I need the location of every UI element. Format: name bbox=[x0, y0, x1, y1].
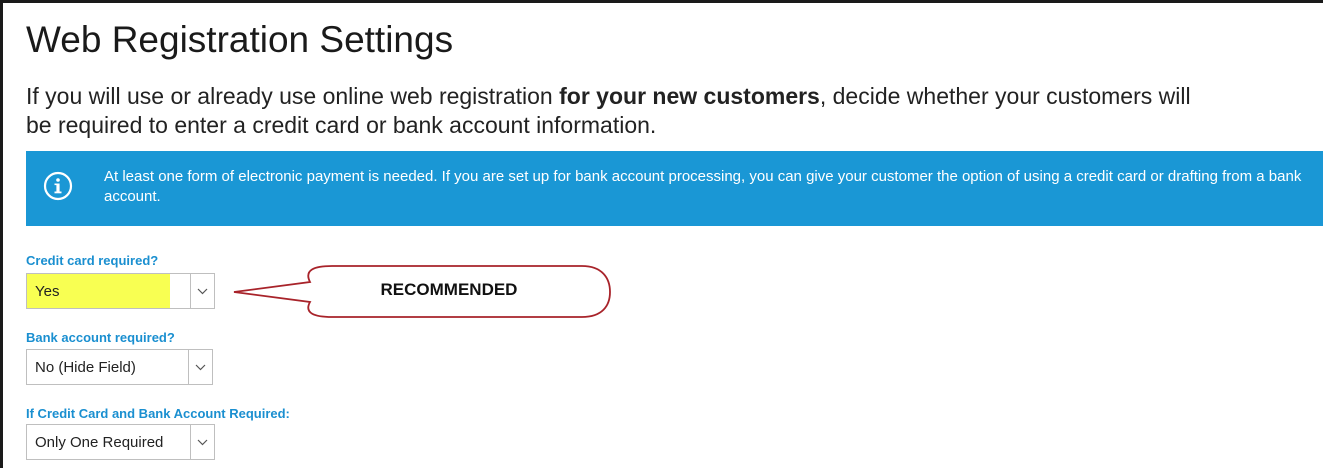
chevron-down-icon[interactable] bbox=[190, 274, 214, 308]
page-frame bbox=[0, 0, 1323, 468]
page-title: Web Registration Settings bbox=[26, 19, 454, 60]
both-required-label: If Credit Card and Bank Account Required… bbox=[26, 406, 290, 421]
intro-line-1: If you will use or already use online we… bbox=[26, 82, 1316, 111]
info-banner: At least one form of electronic payment … bbox=[26, 151, 1323, 226]
bank-account-value: No (Hide Field) bbox=[35, 358, 136, 376]
credit-card-value: Yes bbox=[27, 274, 170, 308]
bank-account-label: Bank account required? bbox=[26, 330, 175, 345]
intro-bold: for your new customers bbox=[559, 83, 820, 109]
intro-line-2: be required to enter a credit card or ba… bbox=[26, 112, 657, 138]
both-required-select[interactable]: Only One Required bbox=[26, 424, 215, 460]
select-spacer bbox=[170, 274, 190, 308]
recommended-label: RECOMMENDED bbox=[380, 280, 518, 299]
bank-account-select[interactable]: No (Hide Field) bbox=[26, 349, 213, 385]
intro-text: If you will use or already use online we… bbox=[26, 82, 1316, 140]
intro-part-2: , decide whether your customers will bbox=[819, 83, 1191, 109]
credit-card-label: Credit card required? bbox=[26, 253, 159, 268]
both-required-value: Only One Required bbox=[35, 433, 164, 451]
info-banner-text: At least one form of electronic payment … bbox=[104, 168, 1302, 205]
chevron-down-icon[interactable] bbox=[188, 350, 212, 384]
intro-part-1: If you will use or already use online we… bbox=[26, 83, 560, 109]
credit-card-select[interactable]: Yes bbox=[26, 273, 215, 309]
info-circle-icon bbox=[43, 171, 73, 201]
chevron-down-icon[interactable] bbox=[190, 425, 214, 459]
